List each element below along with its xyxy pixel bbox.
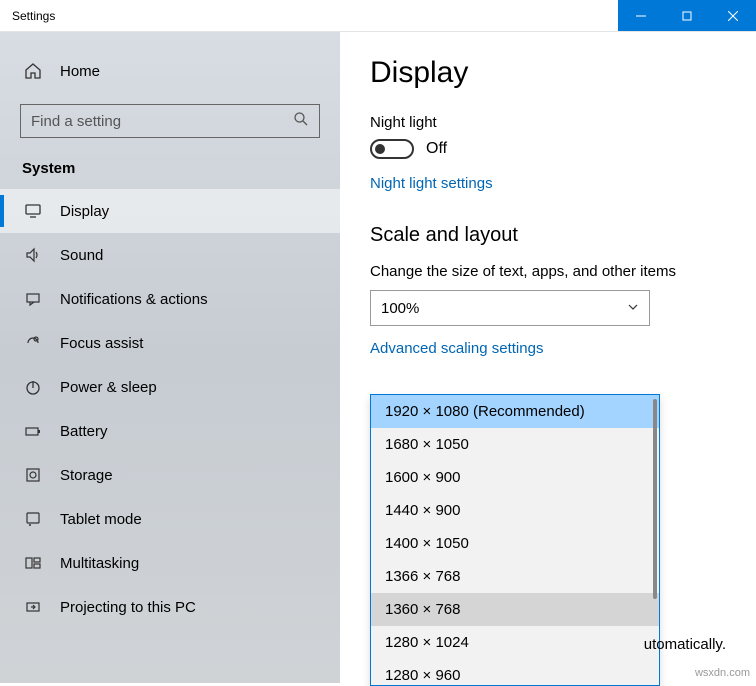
sidebar-item-label: Battery bbox=[60, 423, 108, 440]
content-area: Display Night light Off Night light sett… bbox=[340, 32, 756, 683]
window-title: Settings bbox=[0, 9, 618, 23]
display-icon bbox=[24, 202, 42, 220]
home-icon bbox=[24, 62, 42, 80]
resolution-option[interactable]: 1400 × 1050 bbox=[371, 527, 659, 560]
resolution-option[interactable]: 1600 × 900 bbox=[371, 461, 659, 494]
sidebar-item-label: Notifications & actions bbox=[60, 291, 208, 308]
night-light-state: Off bbox=[426, 140, 447, 158]
sidebar-item-focus-assist[interactable]: Focus assist bbox=[0, 321, 340, 365]
resolution-option[interactable]: 1280 × 1024 bbox=[371, 626, 659, 659]
watermark: wsxdn.com bbox=[695, 667, 750, 679]
sidebar-item-label: Display bbox=[60, 203, 109, 220]
night-light-label: Night light bbox=[370, 114, 726, 131]
resolution-option[interactable]: 1920 × 1080 (Recommended) bbox=[371, 395, 659, 428]
sidebar-item-projecting-to-this-pc[interactable]: Projecting to this PC bbox=[0, 585, 340, 629]
resolution-option[interactable]: 1280 × 960 bbox=[371, 659, 659, 685]
sidebar-item-power-sleep[interactable]: Power & sleep bbox=[0, 365, 340, 409]
night-light-toggle[interactable] bbox=[370, 139, 414, 159]
sidebar-item-multitasking[interactable]: Multitasking bbox=[0, 541, 340, 585]
resolution-option[interactable]: 1366 × 768 bbox=[371, 560, 659, 593]
sidebar-item-tablet-mode[interactable]: Tablet mode bbox=[0, 497, 340, 541]
scale-description: Change the size of text, apps, and other… bbox=[370, 263, 726, 280]
resolution-option[interactable]: 1680 × 1050 bbox=[371, 428, 659, 461]
sidebar-item-label: Projecting to this PC bbox=[60, 599, 196, 616]
projecting-icon bbox=[24, 598, 42, 616]
scale-dropdown[interactable]: 100% bbox=[370, 290, 650, 326]
power-icon bbox=[24, 378, 42, 396]
sidebar-item-label: Focus assist bbox=[60, 335, 143, 352]
minimize-button[interactable] bbox=[618, 0, 664, 31]
sound-icon bbox=[24, 246, 42, 264]
close-button[interactable] bbox=[710, 0, 756, 31]
sidebar-item-storage[interactable]: Storage bbox=[0, 453, 340, 497]
search-input[interactable] bbox=[20, 104, 320, 138]
sidebar-item-label: Tablet mode bbox=[60, 511, 142, 528]
sidebar-item-label: Storage bbox=[60, 467, 113, 484]
sidebar-item-sound[interactable]: Sound bbox=[0, 233, 340, 277]
sidebar-item-label: Sound bbox=[60, 247, 103, 264]
home-label: Home bbox=[60, 63, 100, 80]
sidebar: Home System Display Sound Notifications & … bbox=[0, 32, 340, 683]
scrollbar[interactable] bbox=[653, 399, 657, 599]
multitasking-icon bbox=[24, 554, 42, 572]
page-title: Display bbox=[370, 56, 726, 90]
home-nav[interactable]: Home bbox=[0, 52, 340, 90]
storage-icon bbox=[24, 466, 42, 484]
maximize-button[interactable] bbox=[664, 0, 710, 31]
focus-icon bbox=[24, 334, 42, 352]
category-heading: System bbox=[0, 156, 340, 189]
advanced-scaling-link[interactable]: Advanced scaling settings bbox=[370, 340, 543, 357]
scale-heading: Scale and layout bbox=[370, 224, 726, 247]
resolution-option[interactable]: 1440 × 900 bbox=[371, 494, 659, 527]
resolution-option[interactable]: 1360 × 768 bbox=[371, 593, 659, 626]
search-icon bbox=[293, 111, 309, 132]
resolution-dropdown-list[interactable]: 1920 × 1080 (Recommended)1680 × 10501600… bbox=[370, 394, 660, 686]
notifications-icon bbox=[24, 290, 42, 308]
sidebar-item-label: Power & sleep bbox=[60, 379, 157, 396]
sidebar-item-label: Multitasking bbox=[60, 555, 139, 572]
sidebar-item-notifications-actions[interactable]: Notifications & actions bbox=[0, 277, 340, 321]
sidebar-item-display[interactable]: Display bbox=[0, 189, 340, 233]
scale-value: 100% bbox=[381, 300, 419, 317]
night-light-settings-link[interactable]: Night light settings bbox=[370, 175, 493, 192]
footer-text-fragment: utomatically. bbox=[644, 636, 726, 653]
sidebar-item-battery[interactable]: Battery bbox=[0, 409, 340, 453]
tablet-icon bbox=[24, 510, 42, 528]
chevron-down-icon bbox=[627, 300, 639, 317]
battery-icon bbox=[24, 422, 42, 440]
